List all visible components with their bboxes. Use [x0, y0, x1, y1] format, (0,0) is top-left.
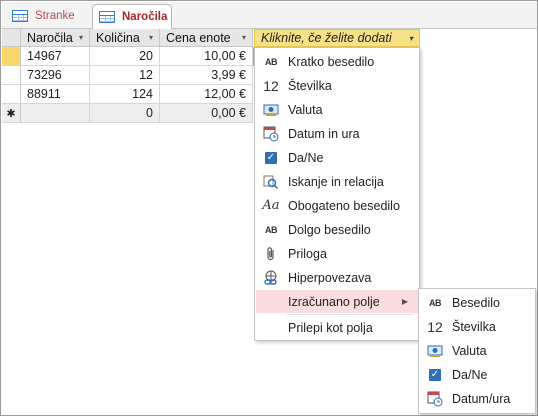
add-field-label: Kliknite, če želite dodati — [261, 31, 392, 45]
short-text-icon: AB — [429, 297, 442, 308]
submenu-item-yesno[interactable]: ✓ Da/Ne — [420, 363, 534, 386]
menu-item-label: Številka — [452, 319, 496, 334]
chevron-down-icon[interactable]: ▾ — [149, 33, 153, 42]
menu-item-calculated-field[interactable]: Izračunano polje ▶ — [256, 290, 418, 313]
menu-item-lookup[interactable]: Iskanje in relacija — [256, 170, 418, 193]
hyperlink-icon — [256, 270, 286, 286]
menu-item-label: Izračunano polje — [288, 294, 380, 309]
column-header-label: Količina — [96, 30, 140, 45]
menu-item-short-text[interactable]: AB Kratko besedilo — [256, 50, 418, 73]
column-header-label: Naročila — [27, 30, 73, 45]
cell-quantity[interactable]: 124 — [90, 85, 160, 104]
submenu-item-currency[interactable]: Valuta — [420, 339, 534, 362]
menu-item-rich-text[interactable]: Aa Obogateno besedilo — [256, 194, 418, 217]
datetime-icon — [420, 391, 450, 407]
menu-item-label: Priloga — [288, 246, 327, 261]
new-record-marker[interactable]: ✱ — [2, 104, 21, 123]
menu-separator — [287, 314, 413, 315]
long-text-icon: AB — [265, 224, 278, 235]
number-icon: 12 — [263, 77, 279, 94]
column-header-cena-enote[interactable]: Cena enote ▾ — [160, 29, 253, 47]
datetime-icon — [256, 126, 286, 142]
yesno-icon: ✓ — [265, 151, 277, 164]
menu-item-label: Datum/ura — [452, 391, 511, 406]
row-selector[interactable] — [2, 47, 21, 66]
column-header-kolicina[interactable]: Količina ▾ — [90, 29, 160, 47]
chevron-down-icon[interactable]: ▾ — [242, 33, 246, 42]
cell-unit-price[interactable]: 12,00 € — [160, 85, 253, 104]
cell-quantity[interactable]: 12 — [90, 66, 160, 85]
cell-order-id[interactable]: 73296 — [21, 66, 90, 85]
cell-unit-price[interactable]: 0,00 € — [160, 104, 253, 123]
tab-stranke[interactable]: Stranke — [6, 4, 88, 28]
cell-unit-price[interactable]: 3,99 € — [160, 66, 253, 85]
yesno-icon: ✓ — [429, 368, 441, 381]
tab-narocila[interactable]: Naročila — [92, 4, 172, 30]
tab-label: Stranke — [35, 10, 75, 22]
menu-item-label: Da/Ne — [288, 150, 324, 165]
menu-item-currency[interactable]: Valuta — [256, 98, 418, 121]
submenu-item-number[interactable]: 12 Številka — [420, 315, 534, 338]
document-tab-bar: Stranke Naročila — [2, 2, 537, 30]
menu-item-label: Datum in ura — [288, 126, 360, 141]
currency-icon — [256, 103, 286, 117]
chevron-down-icon[interactable]: ▾ — [409, 34, 413, 43]
cell-order-id[interactable]: 14967 — [21, 47, 90, 66]
table-icon — [99, 11, 115, 23]
menu-item-label: Da/Ne — [452, 367, 488, 382]
datasheet-window: Stranke Naročila Naročila ▾ Količina ▾ Cen… — [0, 0, 538, 416]
menu-item-label: Besedilo — [452, 295, 500, 310]
short-text-icon: AB — [265, 56, 278, 67]
menu-item-number[interactable]: 12 Številka — [256, 74, 418, 97]
add-field-header[interactable]: Kliknite, če želite dodati ▾ — [254, 29, 420, 47]
menu-item-label: Iskanje in relacija — [288, 174, 384, 189]
submenu-item-datetime[interactable]: Datum/ura — [420, 387, 534, 410]
menu-item-attachment[interactable]: Priloga — [256, 242, 418, 265]
column-header-narocila[interactable]: Naročila ▾ — [21, 29, 90, 47]
rich-text-icon: Aa — [262, 198, 280, 213]
menu-item-paste-as-fields[interactable]: Prilepi kot polja — [256, 316, 418, 339]
menu-item-long-text[interactable]: AB Dolgo besedilo — [256, 218, 418, 241]
menu-item-label: Dolgo besedilo — [288, 222, 371, 237]
menu-item-label: Številka — [288, 78, 332, 93]
menu-item-hyperlink[interactable]: Hiperpovezava — [256, 266, 418, 289]
cell-quantity[interactable]: 20 — [90, 47, 160, 66]
currency-icon — [420, 344, 450, 358]
row-selector[interactable] — [2, 85, 21, 104]
column-header-label: Cena enote — [166, 30, 231, 45]
menu-item-label: Hiperpovezava — [288, 270, 372, 285]
number-icon: 12 — [427, 318, 443, 335]
menu-item-label: Prilepi kot polja — [288, 320, 373, 335]
submenu-item-text[interactable]: AB Besedilo — [420, 291, 534, 314]
tab-label: Naročila — [122, 11, 168, 23]
cell-quantity[interactable]: 0 — [90, 104, 160, 123]
menu-item-label: Kratko besedilo — [288, 54, 375, 69]
menu-item-label: Obogateno besedilo — [288, 198, 400, 213]
chevron-down-icon[interactable]: ▾ — [79, 33, 83, 42]
lookup-icon — [256, 174, 286, 190]
attachment-icon — [256, 246, 286, 262]
submenu-arrow-icon: ▶ — [401, 297, 408, 306]
row-selector[interactable] — [2, 66, 21, 85]
menu-item-datetime[interactable]: Datum in ura — [256, 122, 418, 145]
cell-unit-price[interactable]: 10,00 € — [160, 47, 253, 66]
select-all-corner[interactable] — [2, 29, 21, 47]
menu-item-label: Valuta — [288, 102, 323, 117]
menu-item-label: Valuta — [452, 343, 487, 358]
cell-order-id[interactable] — [21, 104, 90, 123]
calculated-field-submenu: AB Besedilo 12 Številka Valuta ✓ Da/Ne D… — [418, 288, 536, 414]
table-icon — [12, 10, 28, 22]
field-type-menu: AB Kratko besedilo 12 Številka Valuta Da… — [254, 47, 420, 341]
cell-order-id[interactable]: 88911 — [21, 85, 90, 104]
menu-item-yesno[interactable]: ✓ Da/Ne — [256, 146, 418, 169]
